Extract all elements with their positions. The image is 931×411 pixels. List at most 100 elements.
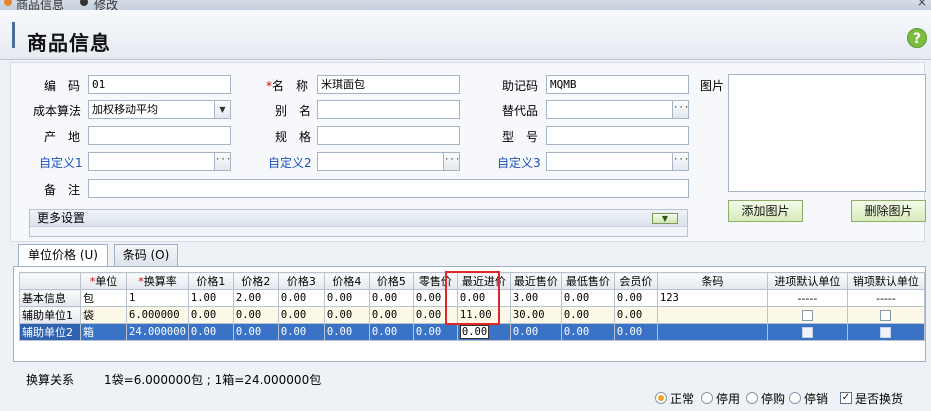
col-header-last-in[interactable]: 最近进价	[456, 272, 511, 290]
ellipsis-icon[interactable]: ···	[672, 153, 688, 170]
cell-price3[interactable]: 0.00	[277, 306, 325, 324]
help-icon[interactable]: ?	[907, 28, 927, 48]
status-stop-sale-radio[interactable]: 停销	[789, 390, 828, 406]
cell-price4[interactable]: 0.00	[323, 289, 370, 307]
cell-last-in[interactable]: 0.00	[456, 323, 511, 341]
cell-price2[interactable]: 2.00	[232, 289, 279, 307]
cell-last-in[interactable]: 11.00	[456, 306, 511, 324]
cell-price2[interactable]: 0.00	[232, 323, 279, 341]
custom3-input[interactable]: ···	[546, 152, 689, 171]
cell-price2[interactable]: 0.00	[232, 306, 279, 324]
cell-min-sale[interactable]: 0.00	[560, 323, 615, 341]
cell-rate[interactable]: 6.000000	[126, 306, 189, 324]
col-header-price4[interactable]: 价格4	[323, 272, 370, 290]
radio-icon[interactable]	[746, 392, 758, 404]
col-header-min-sale[interactable]: 最低售价	[560, 272, 615, 290]
cell-retail[interactable]: 0.00	[412, 323, 458, 341]
col-header-member[interactable]: 会员价	[613, 272, 658, 290]
cell-unit[interactable]: 箱	[80, 323, 127, 341]
cell-price4[interactable]: 0.00	[323, 323, 370, 341]
status-disabled-radio[interactable]: 停用	[701, 390, 740, 406]
custom2-input[interactable]: ···	[317, 152, 460, 171]
cell-barcode[interactable]: 123	[656, 289, 768, 307]
in-default-checkbox[interactable]	[801, 310, 813, 321]
custom1-input[interactable]: ···	[88, 152, 231, 171]
cell-price3[interactable]: 0.00	[277, 289, 325, 307]
exchange-checkbox[interactable]: ✓ 是否换货	[840, 390, 903, 406]
ellipsis-icon[interactable]: ···	[214, 153, 230, 170]
cost-method-select[interactable]: 加权移动平均 ▼	[88, 100, 231, 119]
col-header-price3[interactable]: 价格3	[277, 272, 325, 290]
spec-input[interactable]	[317, 126, 460, 145]
table-row-selected[interactable]: 辅助单位2 箱 24.000000 0.00 0.00 0.00 0.00 0.…	[19, 323, 925, 341]
col-header-price5[interactable]: 价格5	[368, 272, 414, 290]
cell-rate[interactable]: 24.000000	[126, 323, 189, 341]
titlebar-tab-edit[interactable]: 修改	[94, 0, 118, 10]
col-header-out-default[interactable]: 销项默认单位	[846, 272, 925, 290]
close-icon[interactable]: ×	[917, 0, 927, 9]
chevron-down-icon[interactable]: ▼	[214, 101, 230, 118]
col-header-retail[interactable]: 零售价	[412, 272, 458, 290]
col-header-price1[interactable]: 价格1	[187, 272, 234, 290]
add-picture-button[interactable]: 添加图片	[728, 200, 803, 222]
cell-out-default[interactable]	[846, 306, 925, 324]
cell-last-out[interactable]: 30.00	[509, 306, 562, 324]
cell-last-in[interactable]: 0.00	[456, 289, 511, 307]
checkmark-icon[interactable]: ✓	[840, 392, 852, 404]
name-input[interactable]: 米琪面包	[317, 75, 460, 94]
cell-rate[interactable]: 1	[126, 289, 189, 307]
expand-chevron-icon[interactable]: ▼	[652, 213, 678, 224]
cell-price3[interactable]: 0.00	[277, 323, 325, 341]
cell-member[interactable]: 0.00	[613, 306, 658, 324]
cell-out-default[interactable]	[846, 323, 925, 341]
col-header-unit[interactable]: *单位	[80, 272, 127, 290]
status-stop-purchase-radio[interactable]: 停购	[746, 390, 785, 406]
cell-min-sale[interactable]: 0.00	[560, 306, 615, 324]
table-row[interactable]: 基本信息 包 1 1.00 2.00 0.00 0.00 0.00 0.00 0…	[19, 289, 925, 307]
cell-in-default[interactable]	[766, 306, 848, 324]
custom2-label[interactable]: 自定义2	[268, 154, 312, 171]
status-normal-radio[interactable]: 正常	[655, 390, 694, 406]
in-default-checkbox[interactable]	[801, 327, 813, 338]
custom1-label[interactable]: 自定义1	[39, 154, 83, 171]
col-header-barcode[interactable]: 条码	[656, 272, 768, 290]
col-header-in-default[interactable]: 进项默认单位	[766, 272, 848, 290]
cell-member[interactable]: 0.00	[613, 289, 658, 307]
cell-in-default[interactable]	[766, 323, 848, 341]
cell-unit[interactable]: 袋	[80, 306, 127, 324]
cell-price5[interactable]: 0.00	[368, 306, 414, 324]
cell-retail[interactable]: 0.00	[412, 289, 458, 307]
cell-retail[interactable]: 0.00	[412, 306, 458, 324]
model-input[interactable]	[546, 126, 689, 145]
ellipsis-icon[interactable]: ···	[443, 153, 459, 170]
cell-price4[interactable]: 0.00	[323, 306, 370, 324]
tab-unit-price[interactable]: 单位价格 (U)	[18, 244, 108, 267]
cell-unit[interactable]: 包	[80, 289, 127, 307]
note-input[interactable]	[88, 179, 689, 198]
cell-price1[interactable]: 0.00	[187, 323, 234, 341]
col-header-last-out[interactable]: 最近售价	[509, 272, 562, 290]
code-input[interactable]: 01	[88, 75, 231, 94]
picture-box[interactable]	[728, 74, 926, 192]
custom3-label[interactable]: 自定义3	[497, 154, 541, 171]
cell-member[interactable]: 0.00	[613, 323, 658, 341]
radio-icon[interactable]	[789, 392, 801, 404]
out-default-checkbox[interactable]	[880, 310, 892, 321]
radio-icon[interactable]	[701, 392, 713, 404]
cell-editor[interactable]: 0.00	[459, 325, 490, 339]
more-settings-header[interactable]: 更多设置	[30, 210, 687, 227]
ellipsis-icon[interactable]: ···	[672, 101, 688, 118]
col-header-price2[interactable]: 价格2	[232, 272, 279, 290]
cell-price1[interactable]: 1.00	[187, 289, 234, 307]
cell-last-out[interactable]: 3.00	[509, 289, 562, 307]
delete-picture-button[interactable]: 删除图片	[851, 200, 926, 222]
radio-selected-icon[interactable]	[655, 392, 667, 404]
cell-barcode[interactable]	[656, 306, 768, 324]
alias-input[interactable]	[317, 100, 460, 119]
table-row[interactable]: 辅助单位1 袋 6.000000 0.00 0.00 0.00 0.00 0.0…	[19, 306, 925, 324]
origin-input[interactable]	[88, 126, 231, 145]
substitute-input[interactable]: ···	[546, 100, 689, 119]
cell-price5[interactable]: 0.00	[368, 289, 414, 307]
titlebar-tab-goods[interactable]: 商品信息	[16, 0, 64, 10]
cell-price5[interactable]: 0.00	[368, 323, 414, 341]
